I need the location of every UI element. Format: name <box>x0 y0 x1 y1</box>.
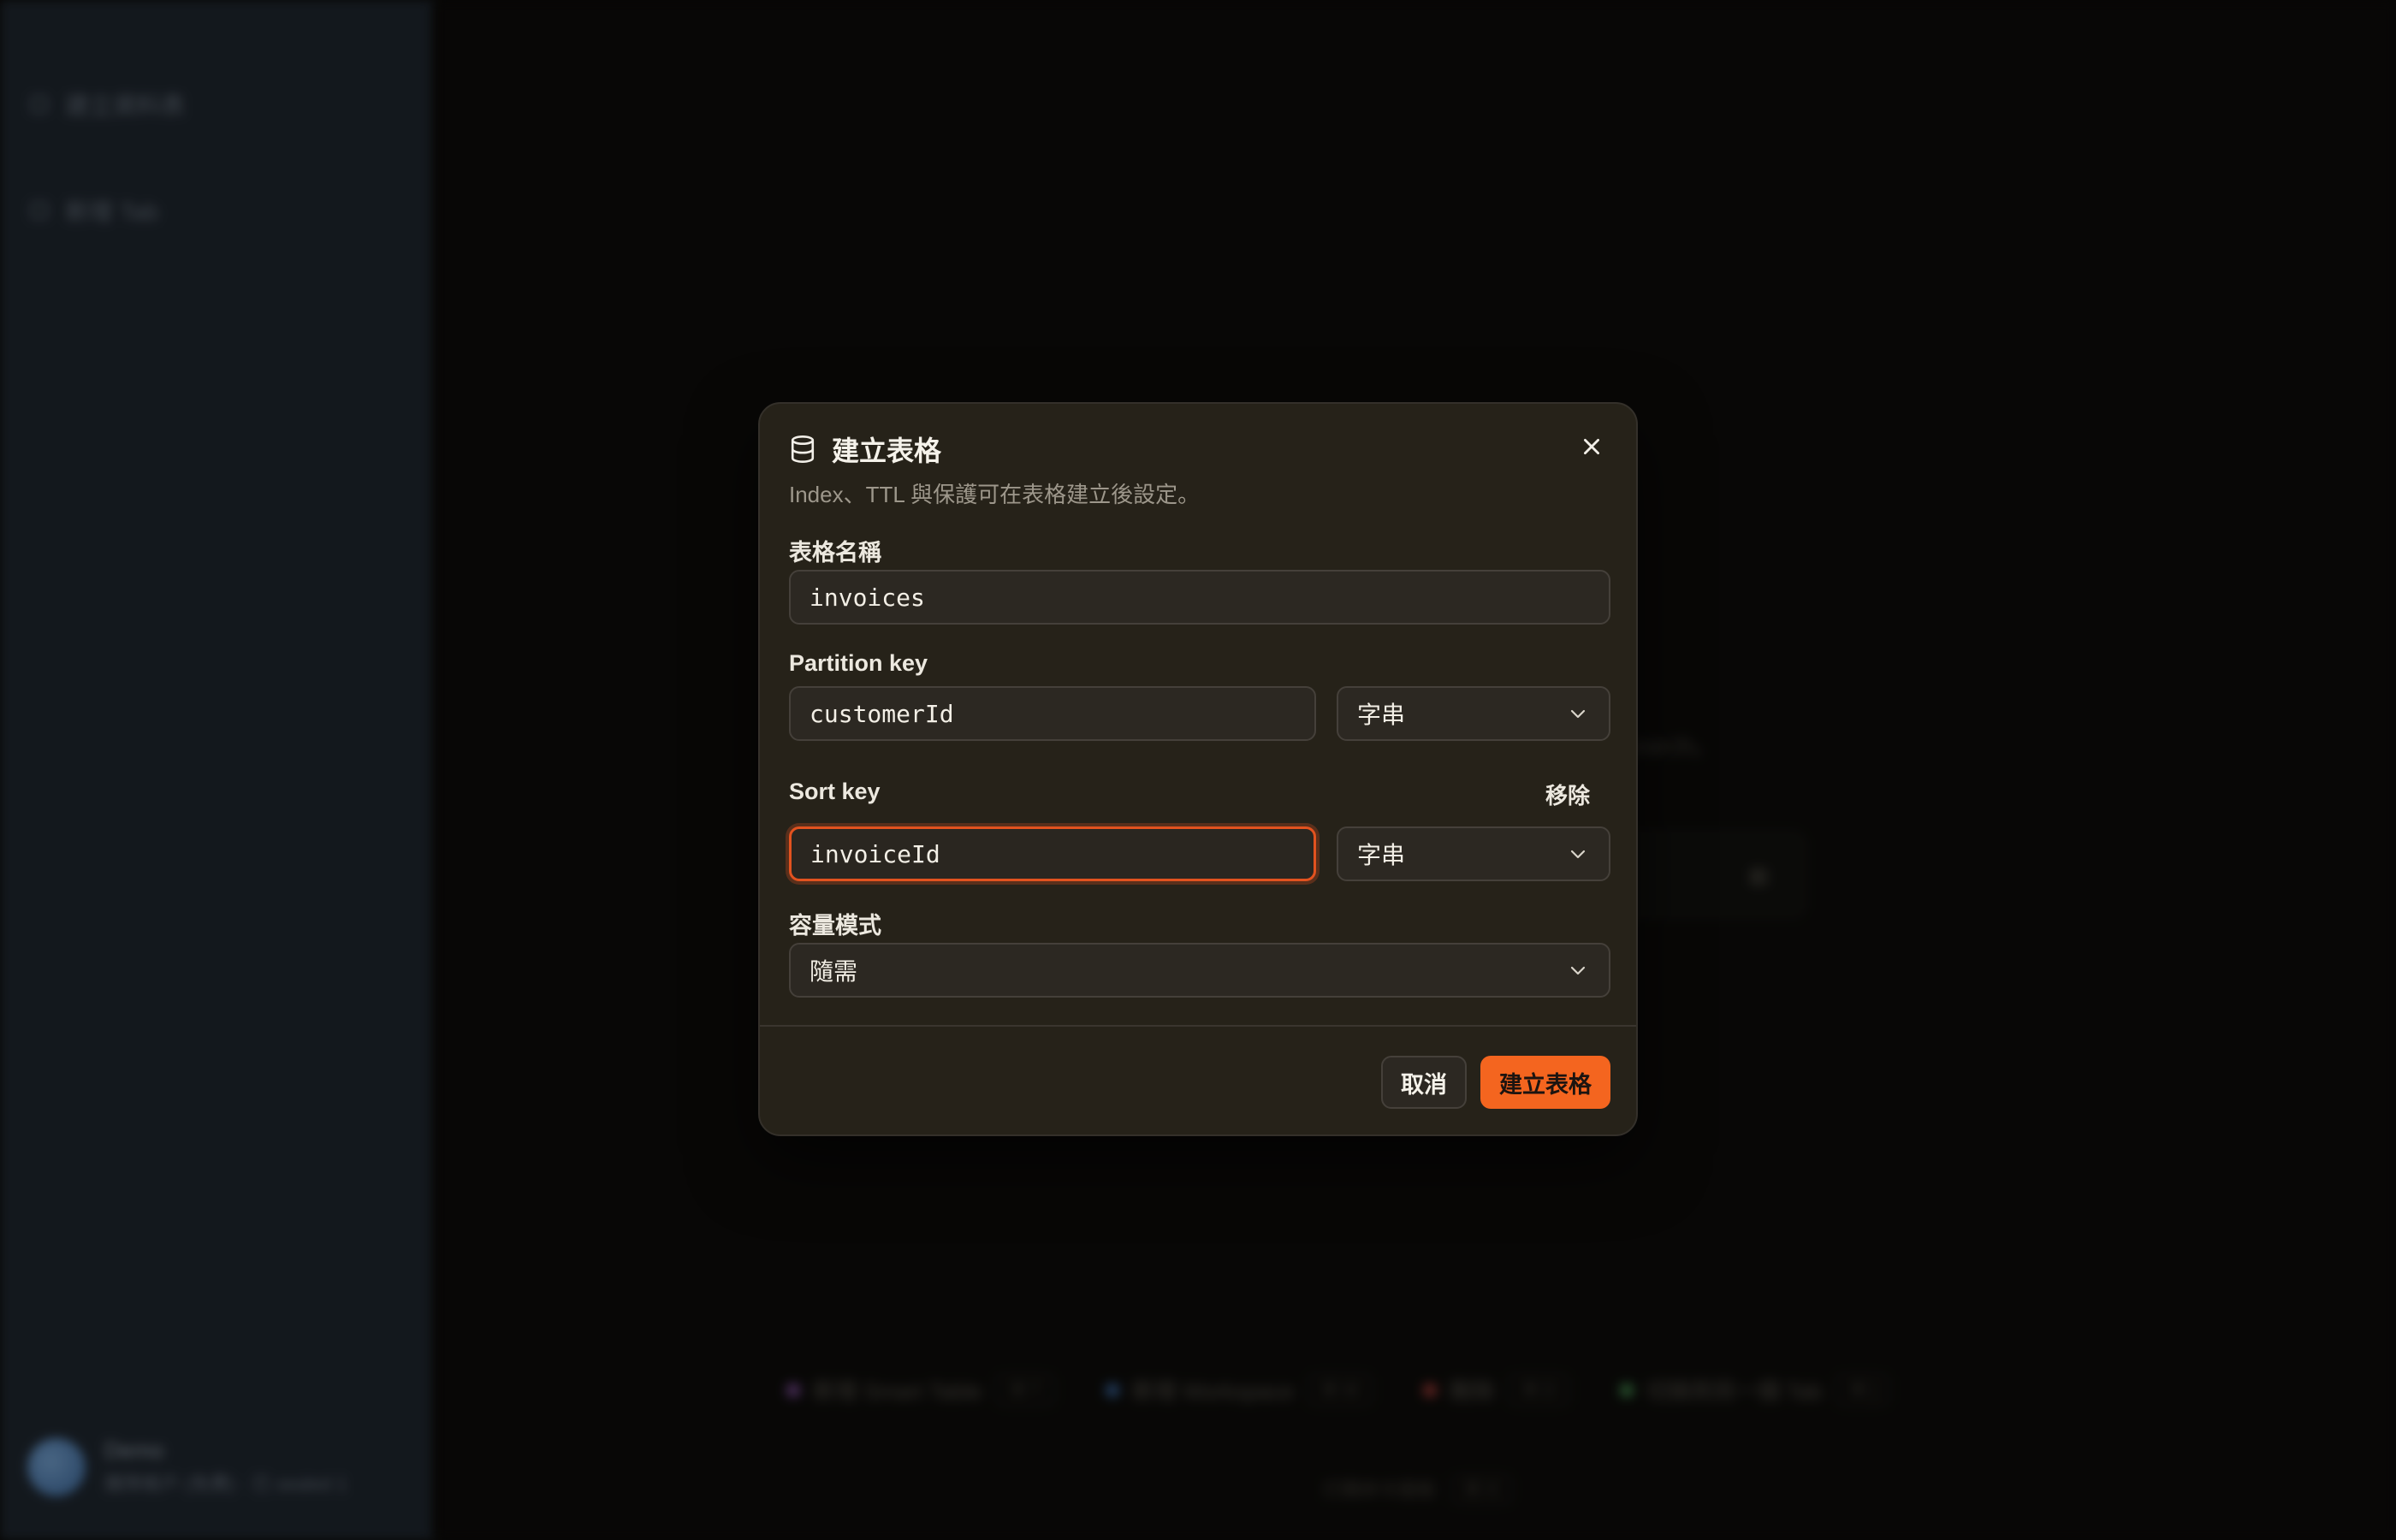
partition-key-value: customerId <box>810 699 954 728</box>
sort-key-type-value: 字串 <box>1357 842 1406 868</box>
dialog-subtitle: Index、TTL 與保護可在表格建立後設定。 <box>789 482 1201 507</box>
footer-divider <box>760 1025 1636 1027</box>
create-table-button[interactable]: 建立表格 <box>1480 1056 1610 1109</box>
table-name-label: 表格名稱 <box>789 540 881 566</box>
table-name-input[interactable]: invoices <box>789 570 1610 625</box>
capacity-mode-value: 隨需 <box>810 958 858 985</box>
chevron-down-icon <box>1568 703 1588 724</box>
table-name-value: invoices <box>810 583 925 612</box>
create-table-dialog: 建立表格 Index、TTL 與保護可在表格建立後設定。 表格名稱 invoic… <box>758 402 1638 1136</box>
sort-key-label: Sort key <box>789 779 881 804</box>
close-button[interactable] <box>1571 428 1612 469</box>
partition-key-label: Partition key <box>789 650 928 676</box>
partition-key-type-select[interactable]: 字串 <box>1337 686 1610 741</box>
chevron-down-icon <box>1568 844 1588 864</box>
app-root: 建立資料表 新增 Tab Demo 團隊帳戶 (免費) · 已 sealed 1… <box>0 0 2396 1540</box>
partition-key-input[interactable]: customerId <box>789 686 1316 741</box>
database-icon <box>789 435 816 464</box>
dialog-title: 建立表格 <box>832 435 942 466</box>
chevron-down-icon <box>1568 960 1588 980</box>
sort-key-input[interactable]: invoiceId <box>789 826 1316 881</box>
dialog-header: 建立表格 <box>789 429 941 469</box>
partition-key-type-value: 字串 <box>1357 702 1406 728</box>
cancel-button[interactable]: 取消 <box>1381 1056 1467 1109</box>
capacity-mode-select[interactable]: 隨需 <box>789 943 1610 998</box>
sort-key-value: invoiceId <box>810 839 940 868</box>
capacity-mode-label: 容量模式 <box>789 913 881 939</box>
remove-sort-key-button[interactable]: 移除 <box>1545 779 1590 810</box>
sort-key-type-select[interactable]: 字串 <box>1337 826 1610 881</box>
close-icon <box>1581 435 1603 462</box>
